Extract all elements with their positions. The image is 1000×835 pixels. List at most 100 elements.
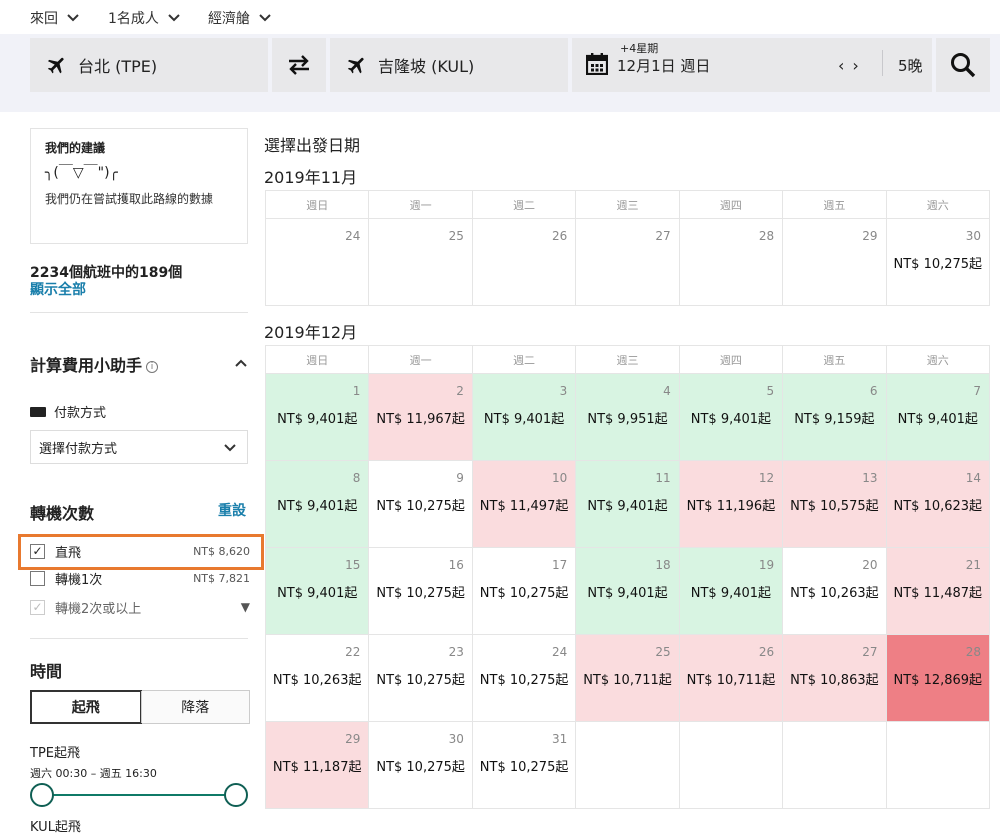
- chevron-down-icon: [259, 14, 271, 22]
- date-nav-arrows[interactable]: ‹›: [838, 56, 867, 75]
- calendar-day-cell[interactable]: 30 NT$ 10,275起: [886, 219, 990, 306]
- day-price: NT$ 9,401起: [587, 499, 668, 514]
- trip-type-label: 來回: [30, 11, 58, 27]
- checkbox[interactable]: ✓: [30, 599, 45, 615]
- calendar-day-cell[interactable]: 18 NT$ 9,401起: [576, 548, 680, 635]
- chevron-down-icon: [224, 444, 236, 452]
- calendar-day-cell[interactable]: 28 NT$ 12,869起: [886, 635, 990, 722]
- weekday-header: 週六: [886, 191, 990, 219]
- calendar-day-cell[interactable]: 8 NT$ 9,401起: [266, 461, 370, 548]
- day-number: 4: [663, 384, 671, 398]
- calendar-day-cell[interactable]: 16 NT$ 10,275起: [369, 548, 473, 635]
- destination-field[interactable]: 吉隆坡 (KUL): [330, 38, 568, 92]
- reset-stops-link[interactable]: 重設: [218, 500, 246, 520]
- calendar-day-cell[interactable]: 27: [576, 219, 680, 306]
- weekday-header: 週四: [679, 346, 784, 374]
- time-slider-track[interactable]: [42, 794, 236, 796]
- calendar-day-cell[interactable]: 11 NT$ 9,401起: [576, 461, 680, 548]
- calendar-day-cell[interactable]: 15 NT$ 9,401起: [266, 548, 370, 635]
- day-price: NT$ 10,863起: [790, 673, 879, 688]
- day-number: 25: [448, 229, 464, 243]
- origin-field[interactable]: 台北 (TPE): [30, 38, 268, 92]
- checkbox[interactable]: ✓: [30, 543, 45, 559]
- calendar-day-cell[interactable]: 21 NT$ 11,487起: [886, 548, 990, 635]
- next-date-icon[interactable]: ›: [852, 56, 866, 75]
- day-number: 12: [758, 471, 775, 485]
- tpe-depart-label: TPE起飛: [30, 746, 80, 761]
- filter-icon[interactable]: ▼: [241, 600, 250, 614]
- cabin-dropdown[interactable]: 經濟艙: [208, 8, 272, 28]
- calendar-day-cell[interactable]: 17 NT$ 10,275起: [472, 548, 577, 635]
- calendar-day-cell[interactable]: 30 NT$ 10,275起: [369, 722, 473, 809]
- day-price: NT$ 10,275起: [376, 673, 465, 688]
- time-tabs: 起飛 降落: [30, 690, 250, 724]
- stop-option-label: 轉機1次: [55, 572, 103, 588]
- calendar-day-cell[interactable]: 19 NT$ 9,401起: [679, 548, 784, 635]
- calendar-day-cell[interactable]: 3 NT$ 9,401起: [472, 374, 577, 461]
- calendar-day-cell[interactable]: 22 NT$ 10,263起: [266, 635, 370, 722]
- info-icon[interactable]: i: [146, 360, 159, 373]
- calendar-day-cell[interactable]: 20 NT$ 10,263起: [783, 548, 887, 635]
- calendar-day-cell[interactable]: 24: [266, 219, 370, 306]
- chevron-up-icon[interactable]: [234, 358, 248, 368]
- day-number: 31: [552, 732, 568, 746]
- time-slider-max-handle[interactable]: [224, 783, 248, 807]
- calendar-day-cell[interactable]: 27 NT$ 10,863起: [783, 635, 887, 722]
- calendar-empty-cell: [679, 722, 784, 809]
- time-slider-min-handle[interactable]: [30, 783, 54, 807]
- day-number: 20: [862, 558, 878, 572]
- month-title: 2019年11月: [264, 168, 358, 187]
- calendar-day-cell[interactable]: 24 NT$ 10,275起: [472, 635, 577, 722]
- day-number: 21: [965, 558, 981, 572]
- weekday-header: 週一: [369, 346, 473, 374]
- calendar-day-cell[interactable]: 23 NT$ 10,275起: [369, 635, 473, 722]
- search-button[interactable]: [936, 38, 990, 92]
- calendar-day-cell[interactable]: 14 NT$ 10,623起: [886, 461, 990, 548]
- stop-option-one-stop[interactable]: 轉機1次 NT$ 7,821: [30, 567, 250, 589]
- divider: [30, 638, 248, 639]
- swap-button[interactable]: [272, 38, 326, 92]
- nights-count[interactable]: 5晚: [898, 55, 923, 76]
- month-title: 2019年12月: [264, 323, 358, 342]
- calendar-day-cell[interactable]: 6 NT$ 9,159起: [783, 374, 887, 461]
- day-number: 19: [758, 558, 775, 572]
- calendar-day-cell[interactable]: 12 NT$ 11,196起: [679, 461, 784, 548]
- day-number: 29: [345, 732, 361, 746]
- calendar-day-cell[interactable]: 29 NT$ 11,187起: [266, 722, 370, 809]
- calendar-day-cell[interactable]: 26: [472, 219, 577, 306]
- tab-depart[interactable]: 起飛: [30, 690, 142, 724]
- day-number: 7: [973, 384, 981, 398]
- calendar-day-cell[interactable]: 13 NT$ 10,575起: [783, 461, 887, 548]
- trip-type-dropdown[interactable]: 來回: [30, 8, 80, 28]
- calendar-day-cell[interactable]: 7 NT$ 9,401起: [886, 374, 990, 461]
- calendar-day-cell[interactable]: 29: [783, 219, 887, 306]
- passengers-dropdown[interactable]: 1名成人: [108, 8, 181, 28]
- tab-land[interactable]: 降落: [140, 691, 249, 723]
- calendar-day-cell[interactable]: 2 NT$ 11,967起: [369, 374, 473, 461]
- calendar-day-cell[interactable]: 25 NT$ 10,711起: [576, 635, 680, 722]
- stop-option-two-plus[interactable]: ✓ 轉機2次或以上 ▼: [30, 596, 250, 618]
- day-price: NT$ 11,497起: [479, 499, 569, 514]
- calendar-day-cell[interactable]: 28: [679, 219, 784, 306]
- weekday-header: 週三: [576, 346, 680, 374]
- calendar-day-cell[interactable]: 9 NT$ 10,275起: [369, 461, 473, 548]
- show-all-link[interactable]: 顯示全部: [30, 279, 86, 299]
- stop-option-direct[interactable]: ✓ 直飛 NT$ 8,620: [30, 540, 250, 562]
- filter-sidebar: 我們的建議 ╮(￣▽￣")╭ 我們仍在嘗試擭取此路線的數據 2234個航班中的1…: [0, 112, 264, 835]
- plane-icon: [47, 57, 64, 74]
- calendar-day-cell[interactable]: 26 NT$ 10,711起: [679, 635, 784, 722]
- calendar-day-cell[interactable]: 10 NT$ 11,497起: [472, 461, 577, 548]
- prev-date-icon[interactable]: ‹: [838, 56, 852, 75]
- payment-method-select[interactable]: 選擇付款方式: [30, 430, 248, 464]
- calendar-day-cell[interactable]: 4 NT$ 9,951起: [576, 374, 680, 461]
- weekday-header: 週一: [369, 191, 473, 219]
- checkbox[interactable]: [30, 570, 45, 586]
- calendar-day-cell[interactable]: 1 NT$ 9,401起: [266, 374, 370, 461]
- weekday-header: 週五: [783, 191, 887, 219]
- day-number: 13: [862, 471, 878, 485]
- calendar-day-cell[interactable]: 5 NT$ 9,401起: [679, 374, 784, 461]
- calendar-day-cell[interactable]: 25: [369, 219, 473, 306]
- day-price: NT$ 10,275起: [376, 760, 465, 775]
- calendar-day-cell[interactable]: 31 NT$ 10,275起: [472, 722, 577, 809]
- cabin-label: 經濟艙: [208, 11, 250, 27]
